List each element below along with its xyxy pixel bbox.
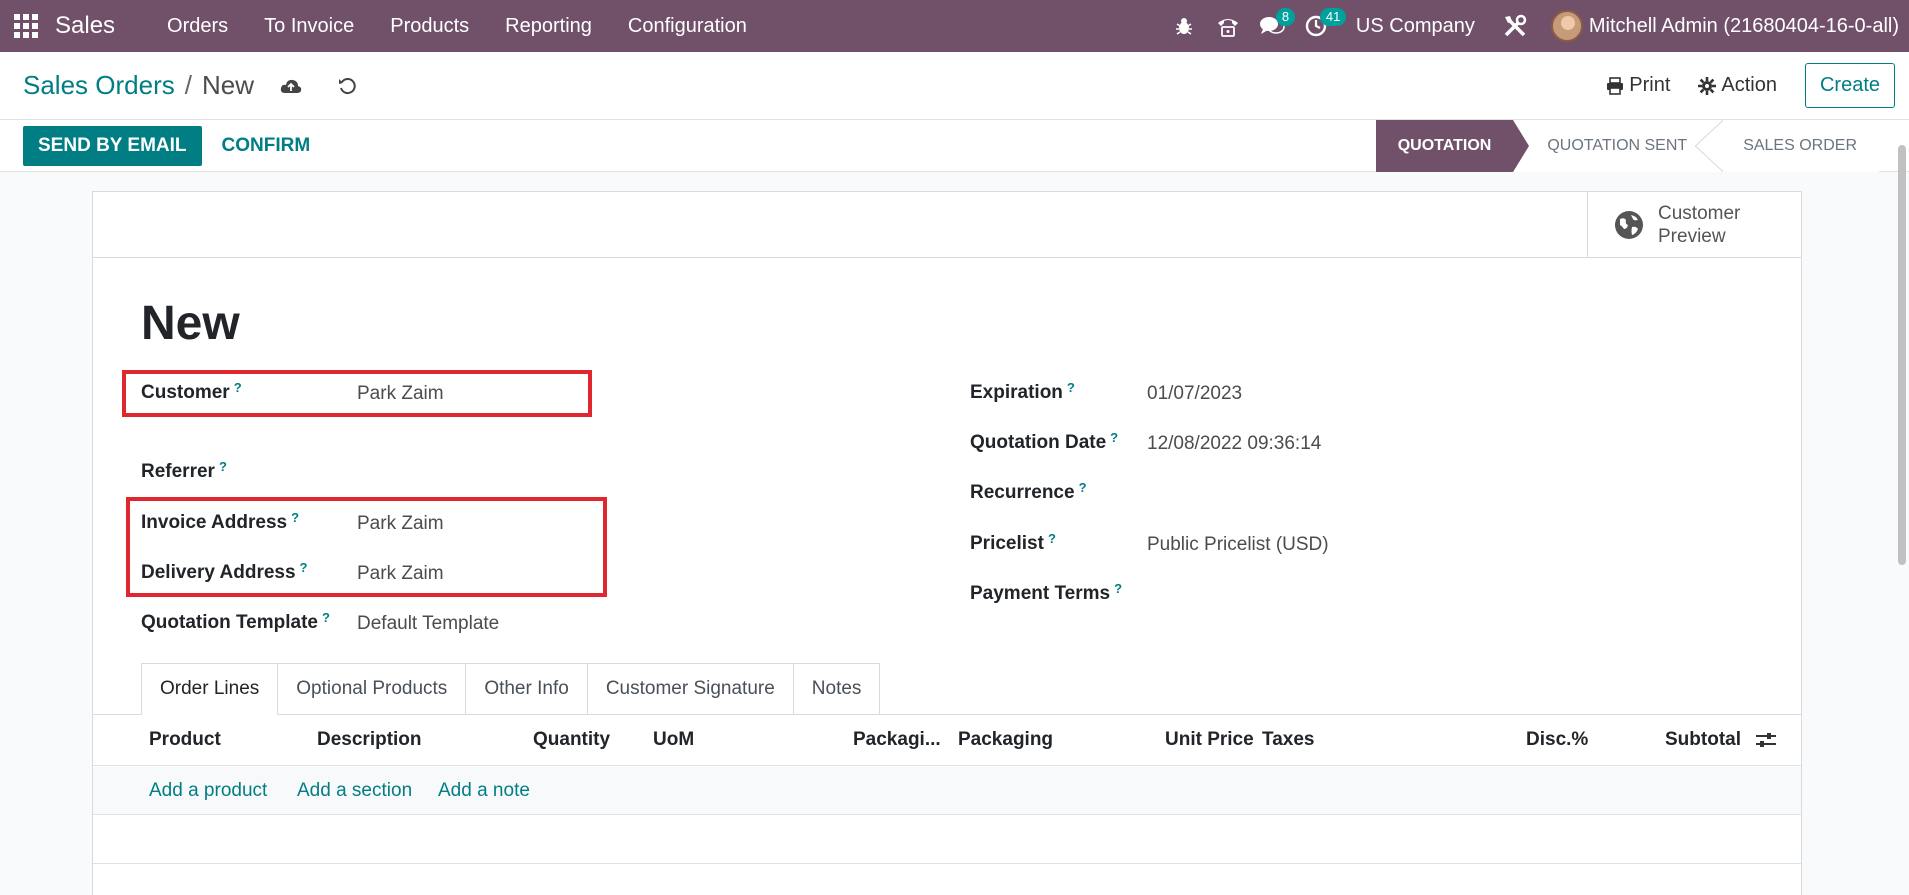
control-panel: Sales Orders / New Print Action Create — [0, 52, 1909, 120]
tab-optional-products[interactable]: Optional Products — [278, 663, 467, 715]
menu-configuration[interactable]: Configuration — [610, 0, 765, 52]
print-label: Print — [1629, 74, 1671, 96]
col-quantity[interactable]: Quantity — [533, 729, 610, 751]
menu-orders[interactable]: Orders — [149, 0, 246, 52]
messages-badge: 8 — [1275, 8, 1296, 26]
recurrence-help[interactable]: ? — [1079, 480, 1087, 495]
pricelist-field: Pricelist? — [970, 531, 1056, 555]
action-label: Action — [1721, 74, 1777, 96]
menu-reporting[interactable]: Reporting — [487, 0, 610, 52]
col-discount[interactable]: Disc.% — [1526, 729, 1588, 751]
stage-sales-order[interactable]: SALES ORDER — [1709, 119, 1879, 172]
breadcrumb: Sales Orders / New — [23, 70, 254, 101]
optional-columns-toggle-icon[interactable] — [1756, 732, 1776, 754]
debug-tools-icon[interactable] — [1493, 0, 1537, 52]
notebook-tabs: Order Lines Optional Products Other Info… — [141, 663, 881, 715]
activities-badge: 41 — [1319, 8, 1347, 26]
payment-terms-field: Payment Terms? — [970, 581, 1122, 605]
action-button[interactable]: Action — [1698, 74, 1777, 97]
order-lines-footer-rule — [93, 863, 1801, 864]
menu-products[interactable]: Products — [372, 0, 487, 52]
smart-button-box: Customer Preview — [93, 192, 1801, 258]
pricelist-help[interactable]: ? — [1048, 531, 1056, 546]
address-highlight-box — [126, 497, 607, 597]
payment-terms-help[interactable]: ? — [1114, 581, 1122, 596]
quotation-template-input[interactable]: Default Template — [357, 613, 499, 635]
col-description[interactable]: Description — [317, 729, 422, 751]
print-icon — [1607, 76, 1624, 95]
breadcrumb-current: New — [201, 70, 254, 100]
referrer-help[interactable]: ? — [219, 459, 227, 474]
systray: 8 41 US Company Mitchell Admin (21680404… — [1162, 0, 1909, 52]
pricelist-input[interactable]: Public Pricelist (USD) — [1147, 534, 1329, 556]
main-menu: Orders To Invoice Products Reporting Con… — [149, 0, 765, 52]
col-packaging-qty[interactable]: Packagi... — [853, 729, 941, 751]
quotation-template-field: Quotation Template? — [141, 610, 330, 634]
expiration-input[interactable]: 01/07/2023 — [1147, 383, 1242, 405]
referrer-field: Referrer? — [141, 459, 227, 483]
print-button[interactable]: Print — [1606, 74, 1670, 97]
tab-notes[interactable]: Notes — [793, 663, 881, 715]
send-by-email-button[interactable]: SEND BY EMAIL — [23, 125, 202, 166]
customer-highlight-box — [122, 370, 592, 417]
quotation-template-help[interactable]: ? — [322, 610, 330, 625]
col-uom[interactable]: UoM — [653, 729, 694, 751]
page-scrollbar[interactable] — [1895, 145, 1909, 565]
expiration-label: Expiration — [970, 382, 1063, 403]
customer-preview-button[interactable]: Customer Preview — [1587, 192, 1801, 258]
chat-icon[interactable]: 8 — [1250, 0, 1296, 52]
discard-undo-icon[interactable] — [334, 73, 360, 99]
tab-customer-signature[interactable]: Customer Signature — [587, 663, 794, 715]
col-subtotal[interactable]: Subtotal — [1665, 729, 1741, 751]
user-menu[interactable]: Mitchell Admin (21680404-16-0-all) — [1589, 15, 1909, 38]
status-bar: SEND BY EMAIL CONFIRM QUOTATION QUOTATIO… — [0, 119, 1909, 172]
create-button[interactable]: Create — [1804, 63, 1895, 108]
stage-quotation-sent[interactable]: QUOTATION SENT — [1513, 119, 1724, 172]
quotation-date-label: Quotation Date — [970, 432, 1107, 453]
add-note-link[interactable]: Add a note — [438, 780, 530, 802]
recurrence-field: Recurrence? — [970, 480, 1087, 504]
col-taxes[interactable]: Taxes — [1262, 729, 1314, 751]
breadcrumb-separator: / — [184, 70, 192, 100]
apps-menu-icon[interactable] — [0, 0, 52, 52]
order-lines-header: Product Description Quantity UoM Packagi… — [93, 715, 1801, 766]
quotation-template-label: Quotation Template — [141, 612, 318, 633]
bug-icon[interactable] — [1162, 0, 1206, 52]
breadcrumb-sales-orders[interactable]: Sales Orders — [23, 70, 175, 101]
col-packaging[interactable]: Packaging — [958, 729, 1053, 751]
quotation-date-field: Quotation Date? — [970, 430, 1118, 454]
globe-icon — [1615, 211, 1643, 239]
stage-pipeline: QUOTATION QUOTATION SENT SALES ORDER — [1375, 119, 1879, 172]
referrer-label: Referrer — [141, 461, 215, 482]
quotation-date-help[interactable]: ? — [1110, 430, 1118, 445]
expiration-field: Expiration? — [970, 380, 1075, 404]
recurrence-label: Recurrence — [970, 482, 1075, 503]
phone-icon[interactable] — [1206, 0, 1250, 52]
app-name[interactable]: Sales — [55, 12, 115, 40]
customer-preview-label: Customer Preview — [1658, 203, 1741, 247]
tab-order-lines[interactable]: Order Lines — [141, 663, 279, 715]
form-sheet: Customer Preview New Customer? Park Zaim… — [92, 191, 1802, 895]
scrollbar-thumb[interactable] — [1898, 145, 1906, 565]
user-avatar[interactable] — [1550, 10, 1583, 42]
confirm-button[interactable]: CONFIRM — [222, 135, 311, 157]
order-lines-add-row: Add a product Add a section Add a note — [93, 767, 1801, 815]
stage-quotation[interactable]: QUOTATION — [1375, 119, 1529, 172]
record-title: New — [141, 297, 240, 350]
quotation-date-input[interactable]: 12/08/2022 09:36:14 — [1147, 433, 1321, 455]
expiration-help[interactable]: ? — [1067, 380, 1075, 395]
pricelist-label: Pricelist — [970, 533, 1044, 554]
tab-other-info[interactable]: Other Info — [466, 663, 588, 715]
add-section-link[interactable]: Add a section — [297, 780, 412, 802]
top-navbar: Sales Orders To Invoice Products Reporti… — [0, 0, 1909, 52]
col-product[interactable]: Product — [149, 729, 221, 751]
company-switcher[interactable]: US Company — [1338, 15, 1493, 38]
save-cloud-icon[interactable] — [278, 73, 304, 99]
menu-to-invoice[interactable]: To Invoice — [246, 0, 372, 52]
payment-terms-label: Payment Terms — [970, 583, 1111, 604]
col-unit-price[interactable]: Unit Price — [1165, 729, 1254, 751]
clock-icon[interactable]: 41 — [1294, 0, 1347, 52]
add-product-link[interactable]: Add a product — [149, 780, 267, 802]
gear-icon — [1698, 76, 1717, 95]
